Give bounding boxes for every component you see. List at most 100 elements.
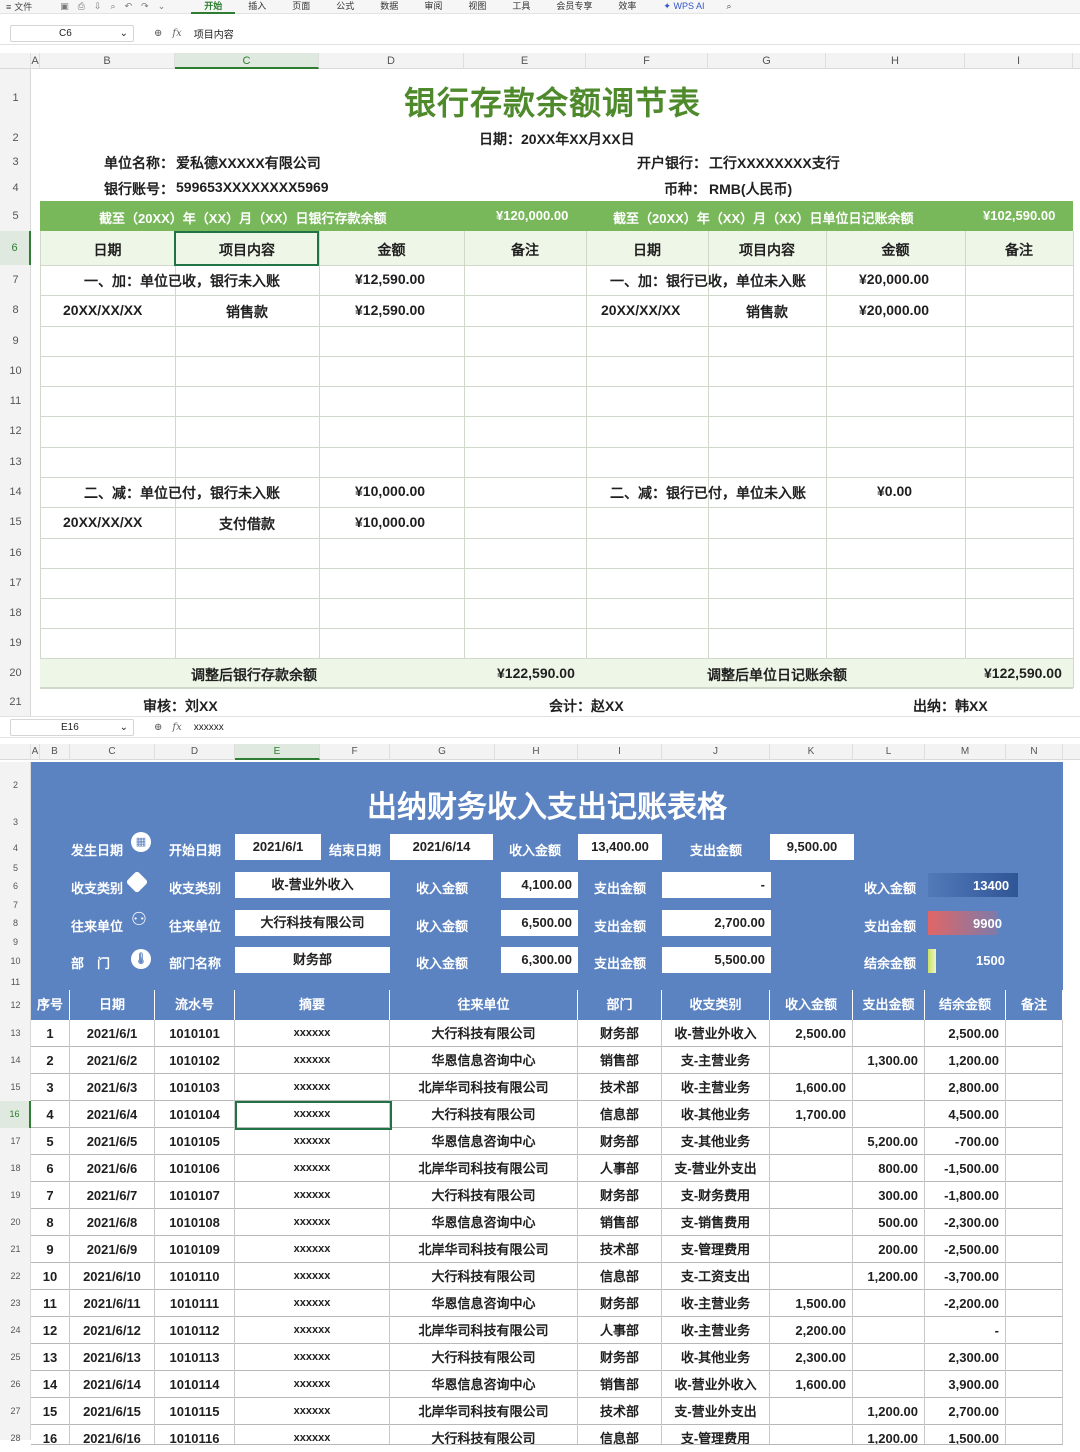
row-15[interactable]: 15 (0, 507, 31, 538)
row2-data-24[interactable]: 24 (0, 1317, 31, 1344)
tab-8[interactable]: 会员专享 (543, 0, 605, 14)
cell-r6-c11[interactable] (1006, 1155, 1063, 1182)
cell-r11-c4[interactable]: xxxxxx (235, 1290, 390, 1317)
cell-r16-c5[interactable]: 大行科技有限公司 (390, 1425, 578, 1444)
cell-r7-c3[interactable]: 1010107 (155, 1182, 235, 1209)
cell-r12-c7[interactable]: 收-主营业务 (662, 1317, 770, 1344)
cell-r6-c1[interactable]: 6 (31, 1155, 70, 1182)
cell-r14-c2[interactable]: 2021/6/14 (70, 1371, 155, 1398)
cell-r7-c1[interactable]: 7 (31, 1182, 70, 1209)
cell-r5-c8[interactable] (770, 1128, 853, 1155)
th-6[interactable]: 收支类别 (662, 990, 770, 1020)
column2-C[interactable]: C (70, 744, 155, 760)
dept-expense[interactable]: 5,500.00 (662, 947, 771, 973)
cell-r16-c4[interactable]: xxxxxx (235, 1425, 390, 1444)
row2-5[interactable]: 5 (0, 861, 31, 875)
column-D[interactable]: D (319, 53, 464, 69)
column2-F[interactable]: F (320, 744, 390, 760)
th-3[interactable]: 摘要 (235, 990, 390, 1020)
cell-r13-c1[interactable]: 13 (31, 1344, 70, 1371)
cell-r6-c3[interactable]: 1010106 (155, 1155, 235, 1182)
row2-7[interactable]: 7 (0, 898, 31, 912)
cell-r6-c5[interactable]: 北岸华司科技有限公司 (390, 1155, 578, 1182)
cell-r14-c3[interactable]: 1010114 (155, 1371, 235, 1398)
cell-r9-c9[interactable]: 200.00 (853, 1236, 925, 1263)
add-left-amount[interactable]: ¥12,590.00 (355, 271, 425, 287)
cell-r2-c9[interactable]: 1,300.00 (853, 1047, 925, 1074)
add-right-amount[interactable]: ¥20,000.00 (859, 271, 929, 287)
cell-r3-c8[interactable]: 1,600.00 (770, 1074, 853, 1101)
column2-B[interactable]: B (40, 744, 70, 760)
type-expense[interactable]: - (662, 872, 771, 898)
cell-r15-c4[interactable]: xxxxxx (235, 1398, 390, 1425)
cell-r13-c7[interactable]: 收-其他业务 (662, 1344, 770, 1371)
column2-D[interactable]: D (155, 744, 235, 760)
row-3[interactable]: 3 (0, 149, 31, 175)
cell-r8-c5[interactable]: 华恩信息咨询中心 (390, 1209, 578, 1236)
row-13[interactable]: 13 (0, 447, 31, 477)
cell-r12-c11[interactable] (1006, 1317, 1063, 1344)
row-12[interactable]: 12 (0, 416, 31, 447)
cell-r14-c6[interactable]: 销售部 (578, 1371, 662, 1398)
cell-r13-c2[interactable]: 2021/6/13 (70, 1344, 155, 1371)
column-G[interactable]: G (708, 53, 826, 69)
tab-5[interactable]: 审阅 (411, 0, 455, 14)
cell-r6-c10[interactable]: -1,500.00 (925, 1155, 1006, 1182)
cell-r5-c5[interactable]: 华恩信息咨询中心 (390, 1128, 578, 1155)
th-4[interactable]: 往来单位 (390, 990, 578, 1020)
cell-r10-c7[interactable]: 支-工资支出 (662, 1263, 770, 1290)
cell-r2-c4[interactable]: xxxxxx (235, 1047, 390, 1074)
cell-r1-c6[interactable]: 财务部 (578, 1020, 662, 1047)
cell-r1-c9[interactable] (853, 1020, 925, 1047)
row-5[interactable]: 5 (0, 201, 31, 231)
column-I[interactable]: I (965, 53, 1073, 69)
cell-r16-c9[interactable]: 1,200.00 (853, 1425, 925, 1444)
cell-r8-c10[interactable]: -2,300.00 (925, 1209, 1006, 1236)
row-6[interactable]: 6 (0, 231, 31, 265)
cell-r2-c6[interactable]: 销售部 (578, 1047, 662, 1074)
cell-r7-c6[interactable]: 财务部 (578, 1182, 662, 1209)
cell-r16-c3[interactable]: 1010116 (155, 1425, 235, 1444)
adj-book-value[interactable]: ¥122,590.00 (984, 665, 1062, 681)
column2-J[interactable]: J (662, 744, 770, 760)
cell-r7-c7[interactable]: 支-财务费用 (662, 1182, 770, 1209)
row-4[interactable]: 4 (0, 175, 31, 201)
zoom-icon[interactable]: ⊕ (154, 28, 162, 39)
cell-r11-c9[interactable] (853, 1290, 925, 1317)
cell-r1-c11[interactable] (1006, 1020, 1063, 1047)
column2-E[interactable]: E (235, 744, 320, 760)
row-14[interactable]: 14 (0, 477, 31, 507)
column2-L[interactable]: L (853, 744, 925, 760)
cell-r9-c6[interactable]: 技术部 (578, 1236, 662, 1263)
cell-r11-c2[interactable]: 2021/6/11 (70, 1290, 155, 1317)
cell-r7-c4[interactable]: xxxxxx (235, 1182, 390, 1209)
cell-r10-c1[interactable]: 10 (31, 1263, 70, 1290)
cell-r4-c7[interactable]: 收-其他业务 (662, 1101, 770, 1128)
cell-r2-c7[interactable]: 支-主营业务 (662, 1047, 770, 1074)
cell-r4-c11[interactable] (1006, 1101, 1063, 1128)
cell-r5-c7[interactable]: 支-其他业务 (662, 1128, 770, 1155)
cell-r13-c9[interactable] (853, 1344, 925, 1371)
tab-3[interactable]: 公式 (323, 0, 367, 14)
name-box[interactable]: C6 ⌄ (10, 25, 134, 42)
cell-r15-c10[interactable]: 2,700.00 (925, 1398, 1006, 1425)
row-10[interactable]: 10 (0, 356, 31, 386)
cell-r5-c2[interactable]: 2021/6/5 (70, 1128, 155, 1155)
tab-6[interactable]: 视图 (455, 0, 499, 14)
cell-r2-c1[interactable]: 2 (31, 1047, 70, 1074)
cell-r9-c11[interactable] (1006, 1236, 1063, 1263)
cell-r15-c9[interactable]: 1,200.00 (853, 1398, 925, 1425)
save-icon[interactable]: ▣ (60, 1, 69, 12)
unit-income[interactable]: 6,500.00 (501, 910, 578, 936)
cell-r15-c6[interactable]: 技术部 (578, 1398, 662, 1425)
cell-r15-c11[interactable] (1006, 1398, 1063, 1425)
cell-r11-c7[interactable]: 收-主营业务 (662, 1290, 770, 1317)
redo-icon[interactable]: ↷ (141, 1, 149, 12)
cell-r4-c10[interactable]: 4,500.00 (925, 1101, 1006, 1128)
column2-G[interactable]: G (390, 744, 495, 760)
cell-r13-c3[interactable]: 1010113 (155, 1344, 235, 1371)
cell-r3-c1[interactable]: 3 (31, 1074, 70, 1101)
cell-r4-c9[interactable] (853, 1101, 925, 1128)
cell-r10-c3[interactable]: 1010110 (155, 1263, 235, 1290)
row-1[interactable]: 1 (0, 69, 31, 127)
